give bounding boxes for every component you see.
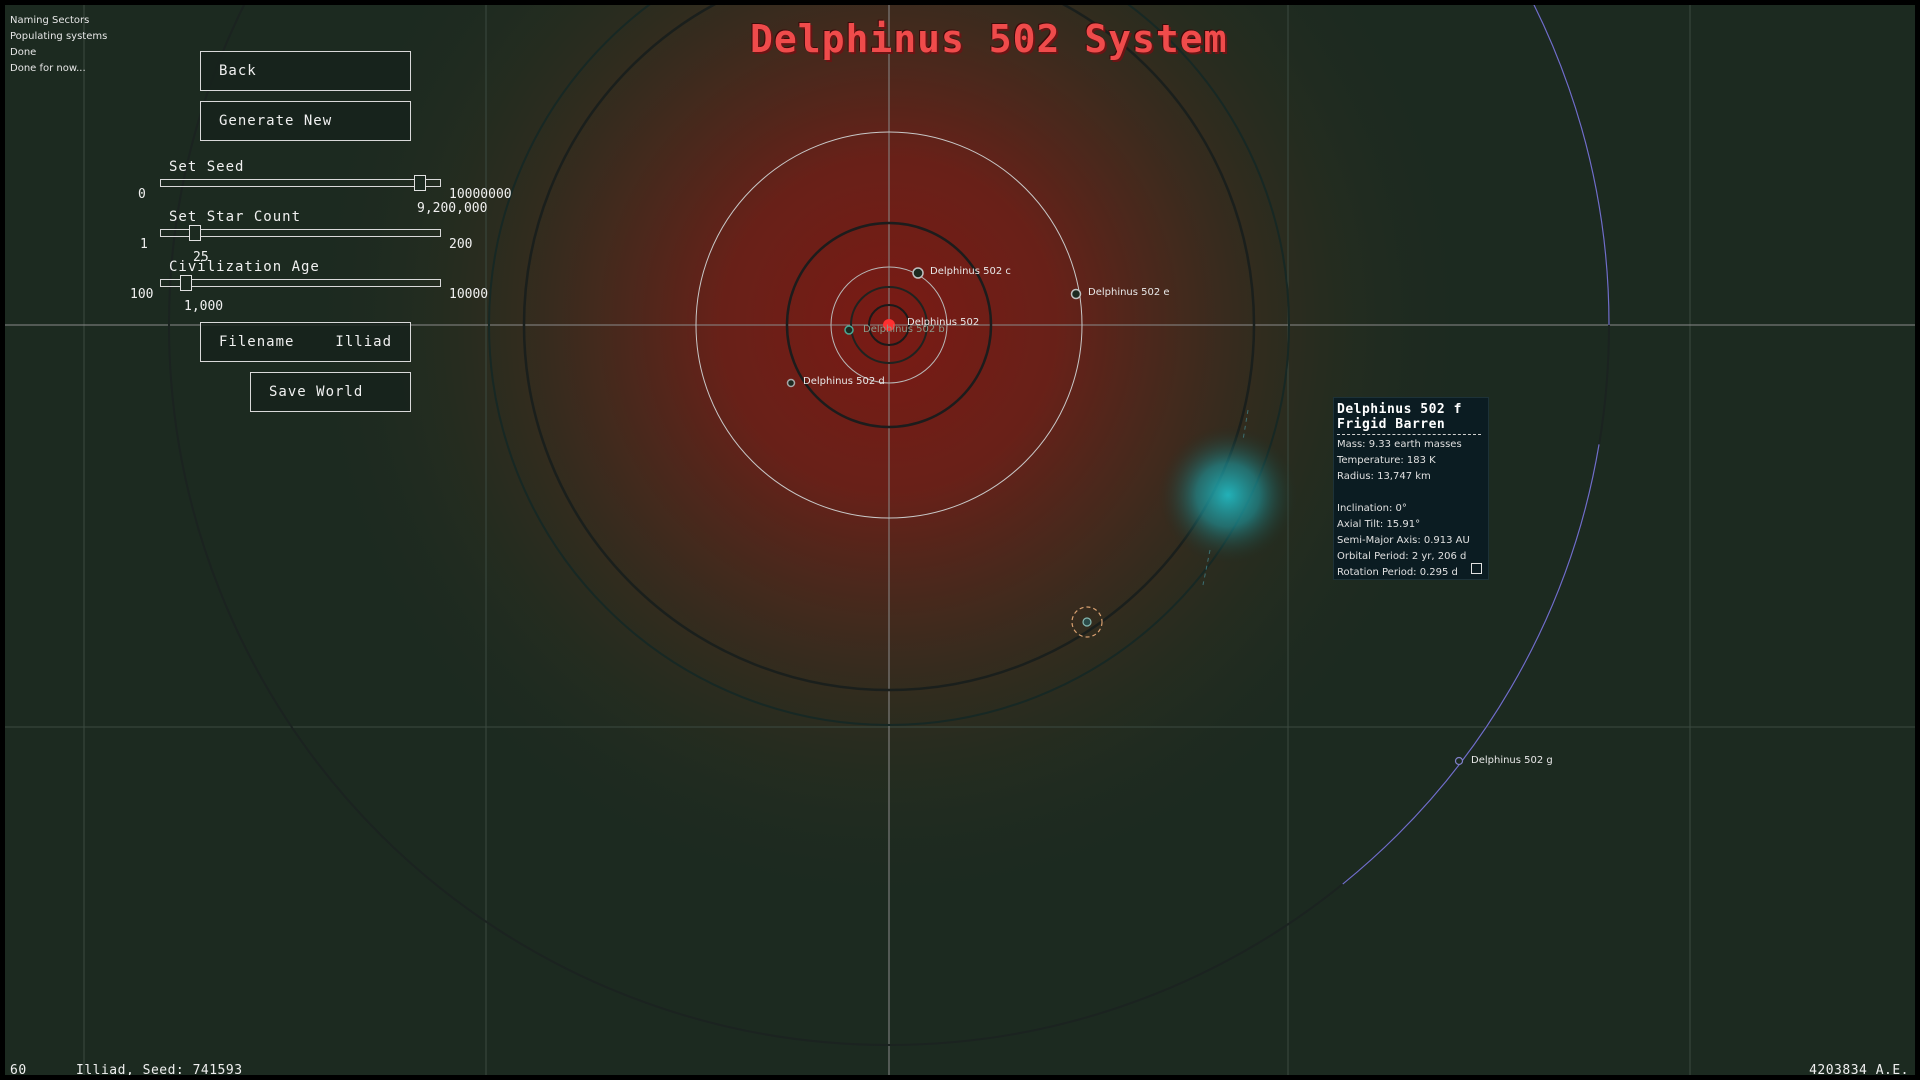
- planet-c[interactable]: [912, 267, 924, 279]
- planet-c-label: Delphinus 502 c: [930, 266, 1011, 277]
- map-viewport[interactable]: Naming Sectors Populating systems Done D…: [5, 5, 1915, 1075]
- game-date: 4203834 A.E.: [1809, 1063, 1909, 1075]
- star-count-slider-max: 200: [449, 237, 473, 252]
- info-semi-major-axis: Semi-Major Axis: 0.913 AU: [1337, 535, 1470, 546]
- system-map[interactable]: [5, 5, 1915, 1075]
- planet-d[interactable]: [786, 378, 796, 388]
- info-temperature: Temperature: 183 K: [1337, 455, 1436, 466]
- planet-f-glow: [1158, 425, 1298, 565]
- info-radius: Radius: 13,747 km: [1337, 471, 1431, 482]
- info-axial-tilt: Axial Tilt: 15.91°: [1337, 519, 1421, 530]
- planet-b-label: Delphinus 502 b: [863, 324, 945, 335]
- civ-age-slider-min: 100: [130, 287, 154, 302]
- planet-info-panel: Delphinus 502 f Frigid Barren Mass: 9.33…: [1333, 397, 1489, 580]
- world-info: Illiad, Seed: 741593: [76, 1063, 243, 1075]
- civ-age-slider-max: 10000: [449, 287, 489, 302]
- system-title: Delphinus 502 System: [750, 17, 1228, 61]
- planet-d-label: Delphinus 502 d: [803, 376, 885, 387]
- info-planet-type: Frigid Barren: [1337, 417, 1446, 432]
- civ-age-slider-thumb[interactable]: [180, 275, 192, 291]
- filename-label: Filename: [219, 334, 295, 350]
- seed-slider[interactable]: [160, 175, 441, 191]
- civ-age-slider-label: Civilization Age: [169, 259, 320, 275]
- civ-age-slider[interactable]: [160, 275, 441, 291]
- log-line: Done for now...: [10, 63, 86, 74]
- info-gap: [1337, 485, 1485, 501]
- planet-g-label: Delphinus 502 g: [1471, 755, 1553, 766]
- star-count-slider-label: Set Star Count: [169, 209, 302, 225]
- log-line: Naming Sectors: [10, 15, 90, 26]
- generate-new-button-label: Generate New: [219, 113, 333, 129]
- star-count-slider-min: 1: [140, 237, 148, 252]
- star-glow: [5, 5, 1915, 1075]
- generate-new-button[interactable]: Generate New: [200, 101, 411, 141]
- star-count-slider-thumb[interactable]: [189, 225, 201, 241]
- save-world-button-label: Save World: [269, 384, 364, 400]
- save-world-button[interactable]: Save World: [250, 372, 411, 412]
- info-separator: [1337, 434, 1481, 435]
- planet-e[interactable]: [1070, 288, 1082, 300]
- seed-slider-label: Set Seed: [169, 159, 245, 175]
- info-planet-name: Delphinus 502 f: [1337, 402, 1462, 417]
- info-close-checkbox[interactable]: [1471, 563, 1482, 574]
- info-rotation-period: Rotation Period: 0.295 d: [1337, 567, 1458, 578]
- back-button-label: Back: [219, 63, 257, 79]
- back-button[interactable]: Back: [200, 51, 411, 91]
- filename-value: Illiad: [335, 334, 392, 350]
- seed-slider-value: 9,200,000: [417, 201, 488, 216]
- seed-slider-thumb[interactable]: [414, 175, 426, 191]
- civ-age-slider-value: 1,000: [184, 299, 224, 314]
- planet-e-label: Delphinus 502 e: [1088, 287, 1170, 298]
- log-line: Done: [10, 47, 37, 58]
- log-line: Populating systems: [10, 31, 108, 42]
- seed-slider-min: 0: [138, 187, 146, 202]
- planet-f[interactable]: [1082, 617, 1092, 627]
- seed-slider-max: 10000000: [449, 187, 512, 202]
- star-count-slider[interactable]: [160, 225, 441, 241]
- info-mass: Mass: 9.33 earth masses: [1337, 439, 1462, 450]
- info-orbital-period: Orbital Period: 2 yr, 206 d: [1337, 551, 1467, 562]
- planet-b[interactable]: [844, 325, 854, 335]
- planet-g[interactable]: [1454, 756, 1464, 766]
- info-inclination: Inclination: 0°: [1337, 503, 1407, 514]
- fps-counter: 60: [10, 1063, 27, 1075]
- filename-field[interactable]: Filename Illiad: [200, 322, 411, 362]
